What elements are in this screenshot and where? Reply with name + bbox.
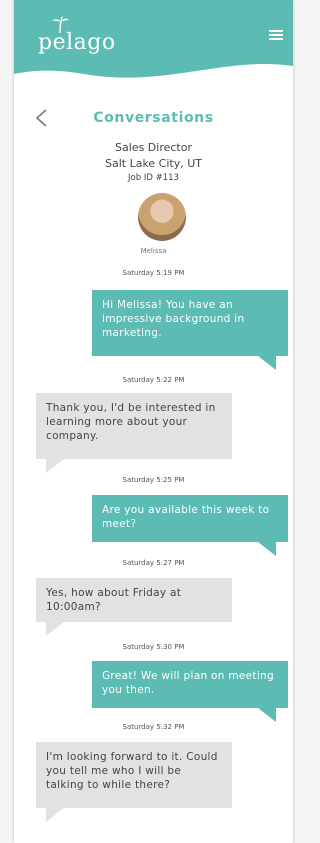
message-timestamp: Saturday 5:32 PM	[122, 723, 185, 731]
message-bubble-sent: Hi Melissa! You have an impressive backg…	[92, 290, 288, 356]
message-timestamp: Saturday 5:27 PM	[122, 559, 185, 567]
job-title: Sales Director	[115, 141, 192, 154]
bubble-tail	[258, 708, 276, 722]
message-timestamp: Saturday 5:19 PM	[122, 269, 185, 277]
job-id: Job ID #113	[128, 173, 179, 183]
message-timestamp: Saturday 5:30 PM	[122, 643, 185, 651]
message-bubble-received: Thank you, I'd be interested in learning…	[36, 393, 232, 459]
message-timestamp: Saturday 5:22 PM	[122, 376, 185, 384]
message-bubble-received: Yes, how about Friday at 10:00am?	[36, 578, 232, 622]
message-bubble-received: I'm looking forward to it. Could you tel…	[36, 742, 232, 808]
message-bubble-sent: Great! We will plan on meeting you then.	[92, 661, 288, 708]
bubble-tail	[46, 459, 64, 473]
bubble-tail	[46, 808, 64, 822]
bubble-tail	[46, 622, 64, 636]
hamburger-menu-icon[interactable]	[269, 30, 283, 40]
contact-name: Melissa	[140, 247, 167, 255]
bubble-tail	[258, 542, 276, 556]
job-location: Salt Lake City, UT	[104, 157, 203, 170]
message-bubble-sent: Are you available this week to meet?	[92, 495, 288, 542]
message-timestamp: Saturday 5:25 PM	[122, 476, 185, 484]
bubble-tail	[258, 356, 276, 370]
pelago-logo[interactable]: pelago	[38, 30, 116, 55]
phone-frame: pelago Conversations Sales Director Salt…	[14, 0, 293, 843]
page-title: Conversations	[93, 110, 214, 126]
avatar[interactable]	[138, 193, 186, 241]
header-bar: pelago	[14, 0, 293, 82]
